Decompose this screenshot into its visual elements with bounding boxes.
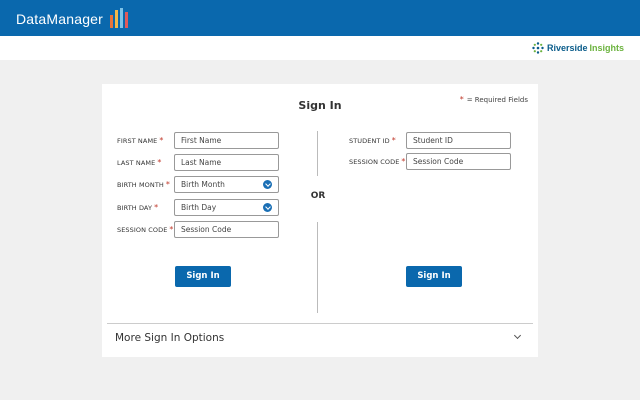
student-id-label: STUDENT ID *: [349, 136, 396, 145]
riverside-insights-logo[interactable]: Riverside Insights: [532, 40, 624, 56]
last-name-row: LAST NAME * Last Name: [117, 154, 287, 171]
birth-day-row: BIRTH DAY * Birth Day: [117, 199, 287, 216]
vertical-divider: [317, 131, 318, 176]
birth-day-value: Birth Day: [181, 203, 217, 212]
last-name-label: LAST NAME *: [117, 158, 162, 167]
first-name-row: FIRST NAME * First Name: [117, 132, 287, 149]
last-name-input[interactable]: Last Name: [174, 154, 279, 171]
birth-month-label: BIRTH MONTH *: [117, 180, 170, 189]
birth-month-value: Birth Month: [181, 180, 225, 189]
logo-bar: [120, 8, 124, 28]
required-fields-note: * = Required Fields: [460, 95, 528, 104]
student-session-code-input[interactable]: Session Code: [406, 153, 511, 170]
session-code-input[interactable]: Session Code: [174, 221, 279, 238]
required-note-text: = Required Fields: [466, 96, 528, 104]
more-sign-in-options[interactable]: More Sign In Options: [115, 332, 224, 344]
app-header: DataManager: [0, 0, 640, 36]
logo-bar: [115, 10, 119, 28]
datamanager-logo[interactable]: DataManager: [16, 8, 130, 28]
chevron-down-icon: [263, 203, 272, 212]
logo-bar: [110, 15, 114, 28]
chevron-down-icon[interactable]: [513, 331, 522, 340]
app-name: DataManager: [16, 11, 104, 27]
student-sign-in-button[interactable]: Sign In: [406, 266, 462, 287]
required-marker: *: [459, 95, 464, 104]
birth-day-select[interactable]: Birth Day: [174, 199, 279, 216]
session-code-label: SESSION CODE *: [117, 225, 174, 234]
student-session-code-label: SESSION CODE *: [349, 157, 406, 166]
horizontal-divider: [107, 323, 533, 324]
logo-bar: [125, 12, 129, 28]
brand-secondary: Insights: [589, 43, 624, 53]
riverside-star-icon: [532, 42, 544, 54]
birth-month-select[interactable]: Birth Month: [174, 176, 279, 193]
student-session-code-row: SESSION CODE * Session Code: [349, 153, 519, 170]
brand-bar: Riverside Insights: [0, 36, 640, 60]
birth-day-label: BIRTH DAY *: [117, 203, 159, 212]
vertical-divider: [317, 222, 318, 313]
bar-chart-icon: [110, 8, 130, 28]
signin-card: Sign In * = Required Fields FIRST NAME * F…: [102, 84, 538, 357]
first-name-input[interactable]: First Name: [174, 132, 279, 149]
student-id-row: STUDENT ID * Student ID: [349, 132, 519, 149]
first-name-label: FIRST NAME *: [117, 136, 164, 145]
session-code-row: SESSION CODE * Session Code: [117, 221, 287, 238]
chevron-down-icon: [263, 180, 272, 189]
brand-primary: Riverside: [546, 43, 588, 53]
sign-in-button[interactable]: Sign In: [175, 266, 231, 287]
student-id-input[interactable]: Student ID: [406, 132, 511, 149]
birth-month-row: BIRTH MONTH * Birth Month: [117, 176, 287, 193]
or-separator: OR: [310, 191, 326, 201]
